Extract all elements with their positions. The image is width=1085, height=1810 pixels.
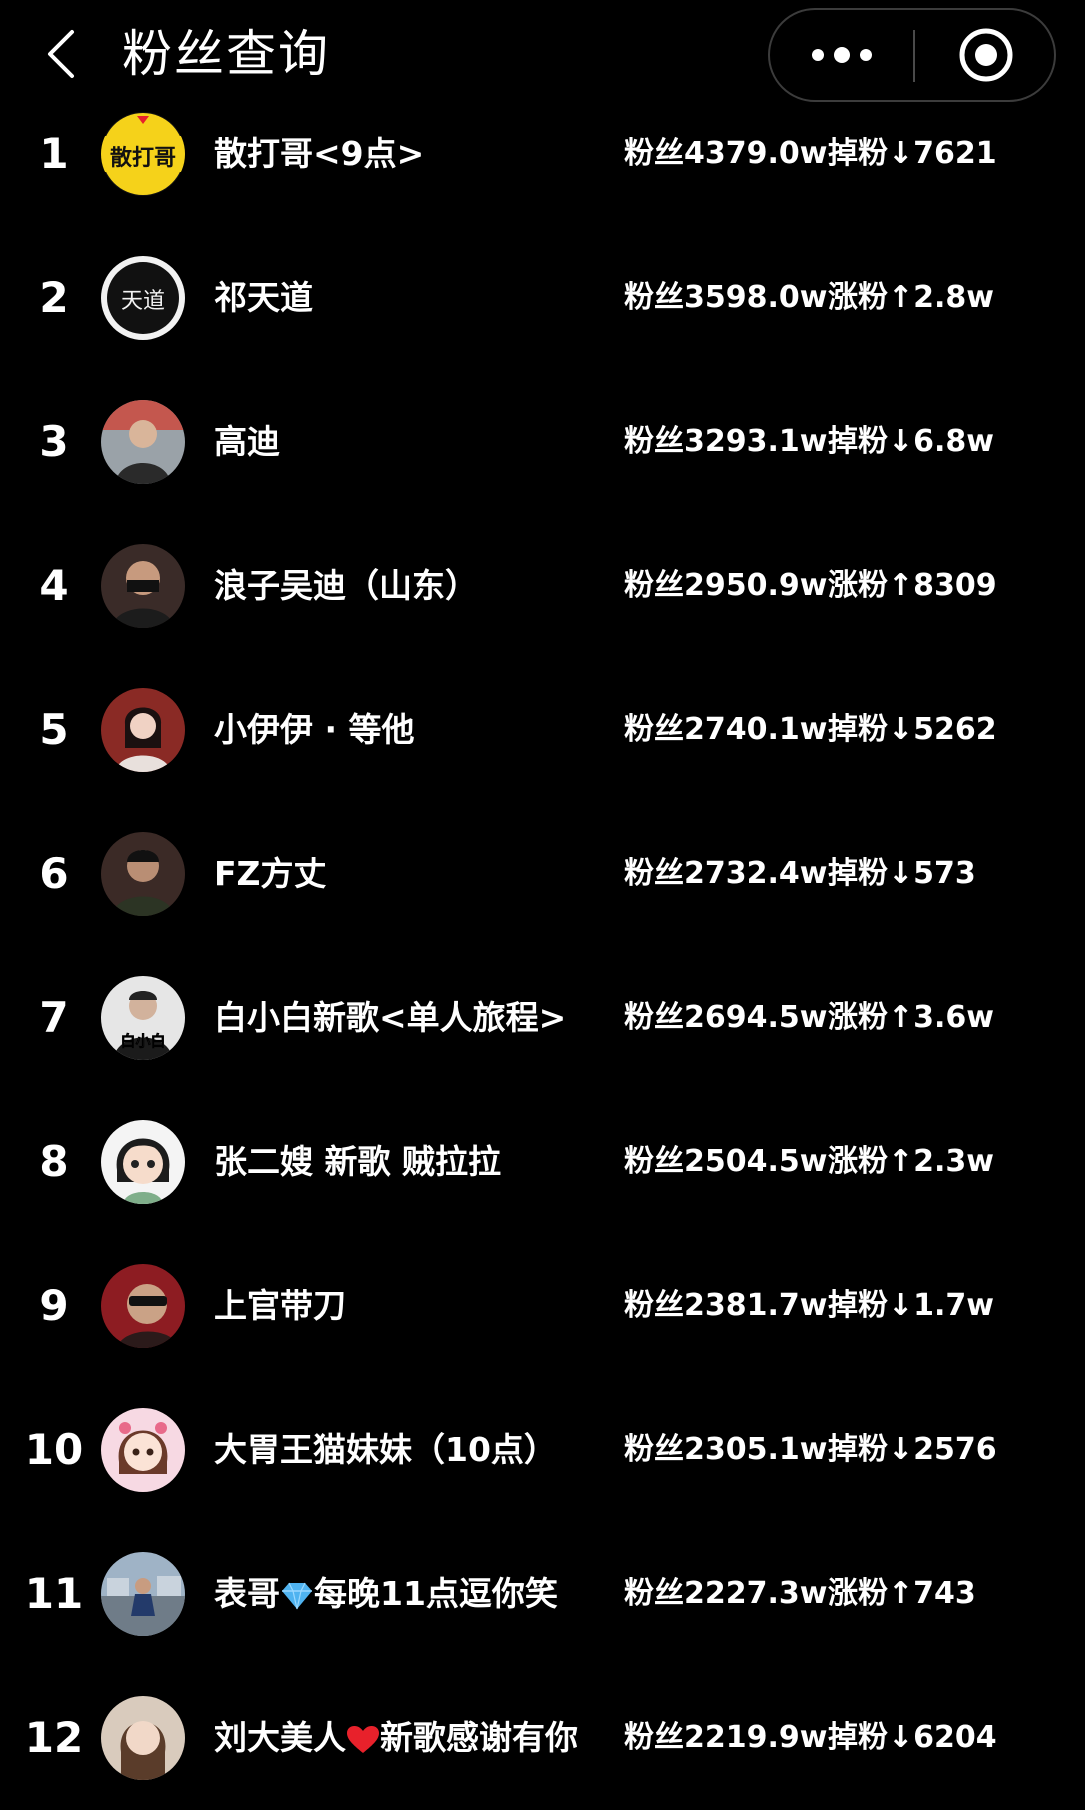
follower-count: 粉丝2732.4w (624, 856, 828, 891)
list-item[interactable]: 1 散打哥 散打哥<9点> 粉丝4379.0w 掉粉↓7621 (0, 82, 1085, 226)
list-item[interactable]: 9 上官带刀 粉丝2381.7w 掉粉↓1.7w (0, 1234, 1085, 1378)
follower-count: 粉丝3598.0w (624, 280, 828, 315)
avatar (101, 544, 185, 628)
user-name: 白小白新歌<单人旅程> (214, 998, 567, 1037)
svg-text:白小白: 白小白 (120, 1032, 165, 1050)
follower-change: 掉粉↓6.8w (828, 424, 994, 459)
rank-number: 11 (24, 1569, 84, 1618)
list-item[interactable]: 5 小伊伊 · 等他 粉丝2740.1w 掉粉↓5262 (0, 658, 1085, 802)
user-name: FZ方丈 (214, 854, 327, 893)
avatar (101, 832, 185, 916)
avatar (101, 1264, 185, 1348)
rank-number: 1 (39, 129, 69, 178)
rank-number: 12 (24, 1713, 84, 1762)
user-name: 表哥 每晚11点逗你笑 (214, 1572, 558, 1616)
rank-number: 10 (24, 1425, 84, 1474)
follower-count: 粉丝2305.1w (624, 1432, 828, 1467)
list-item[interactable]: 12 刘大美人 新歌感谢有你 粉丝2219.9w 掉粉↓6204 (0, 1666, 1085, 1810)
user-name: 散打哥<9点> (214, 134, 425, 173)
rank-number: 8 (39, 1137, 69, 1186)
user-name-part: 刘大美人 (214, 1718, 346, 1757)
follower-change: 涨粉↑8309 (828, 568, 997, 603)
follower-change: 掉粉↓5262 (828, 712, 997, 747)
rank-number: 7 (39, 993, 69, 1042)
user-name: 浪子吴迪（山东） (214, 566, 478, 605)
avatar (101, 688, 185, 772)
follower-count: 粉丝4379.0w (624, 136, 828, 171)
follower-change: 掉粉↓1.7w (828, 1288, 994, 1323)
list-item[interactable]: 3 高迪 粉丝3293.1w 掉粉↓6.8w (0, 370, 1085, 514)
avatar (101, 1408, 185, 1492)
avatar (101, 400, 185, 484)
follower-change: 涨粉↑2.3w (828, 1144, 994, 1179)
user-name: 小伊伊 · 等他 (214, 710, 415, 749)
follower-change: 涨粉↑2.8w (828, 280, 994, 315)
user-name: 张二嫂 新歌 贼拉拉 (214, 1142, 501, 1181)
user-name-part: 每晚11点逗你笑 (314, 1574, 558, 1613)
avatar: 天道 (101, 256, 185, 340)
follower-count: 粉丝2950.9w (624, 568, 828, 603)
avatar (101, 1120, 185, 1204)
follower-count: 粉丝2381.7w (624, 1288, 828, 1323)
avatar: 散打哥 (101, 112, 185, 196)
follower-change: 掉粉↓573 (828, 856, 976, 891)
user-name: 刘大美人 新歌感谢有你 (214, 1716, 578, 1760)
follower-change: 涨粉↑3.6w (828, 1000, 994, 1035)
list-item[interactable]: 2 天道 祁天道 粉丝3598.0w 涨粉↑2.8w (0, 226, 1085, 370)
svg-text:散打哥: 散打哥 (110, 146, 176, 171)
follower-count: 粉丝2219.9w (624, 1720, 828, 1755)
list-item[interactable]: 6 FZ方丈 粉丝2732.4w 掉粉↓573 (0, 802, 1085, 946)
user-name-part: 新歌感谢有你 (380, 1718, 578, 1757)
list-item[interactable]: 10 大胃王猫妹妹（10点） 粉丝2305.1w 掉粉↓2576 (0, 1378, 1085, 1522)
follower-count: 粉丝2740.1w (624, 712, 828, 747)
user-name: 高迪 (214, 422, 280, 461)
follower-count: 粉丝2227.3w (624, 1576, 828, 1611)
follower-count: 粉丝3293.1w (624, 424, 828, 459)
svg-text:天道: 天道 (121, 289, 165, 314)
follower-change: 掉粉↓6204 (828, 1720, 997, 1755)
list-item[interactable]: 11 表哥 每晚11点逗你笑 粉丝2227.3w 涨粉↑743 (0, 1522, 1085, 1666)
avatar: 白小白 (101, 976, 185, 1060)
heart-icon (347, 1725, 379, 1753)
fan-ranking-list: 1 散打哥 散打哥<9点> 粉丝4379.0w 掉粉↓7621 2 天道 祁天道… (0, 0, 1085, 1780)
rank-number: 9 (39, 1281, 69, 1330)
rank-number: 2 (39, 273, 69, 322)
follower-change: 掉粉↓2576 (828, 1432, 997, 1467)
list-item[interactable]: 8 张二嫂 新歌 贼拉拉 粉丝2504.5w 涨粉↑2.3w (0, 1090, 1085, 1234)
rank-number: 3 (39, 417, 69, 466)
user-name: 大胃王猫妹妹（10点） (214, 1430, 557, 1469)
avatar (101, 1552, 185, 1636)
rank-number: 4 (39, 561, 69, 610)
follower-count: 粉丝2694.5w (624, 1000, 828, 1035)
follower-change: 涨粉↑743 (828, 1576, 976, 1611)
user-name-part: 表哥 (214, 1574, 280, 1613)
diamond-icon (282, 1582, 312, 1609)
avatar (101, 1696, 185, 1780)
list-item[interactable]: 4 浪子吴迪（山东） 粉丝2950.9w 涨粉↑8309 (0, 514, 1085, 658)
follower-count: 粉丝2504.5w (624, 1144, 828, 1179)
user-name: 祁天道 (214, 278, 313, 317)
rank-number: 6 (39, 849, 69, 898)
follower-change: 掉粉↓7621 (828, 136, 997, 171)
rank-number: 5 (39, 705, 69, 754)
list-item[interactable]: 7 白小白 白小白新歌<单人旅程> 粉丝2694.5w 涨粉↑3.6w (0, 946, 1085, 1090)
user-name: 上官带刀 (214, 1286, 346, 1325)
